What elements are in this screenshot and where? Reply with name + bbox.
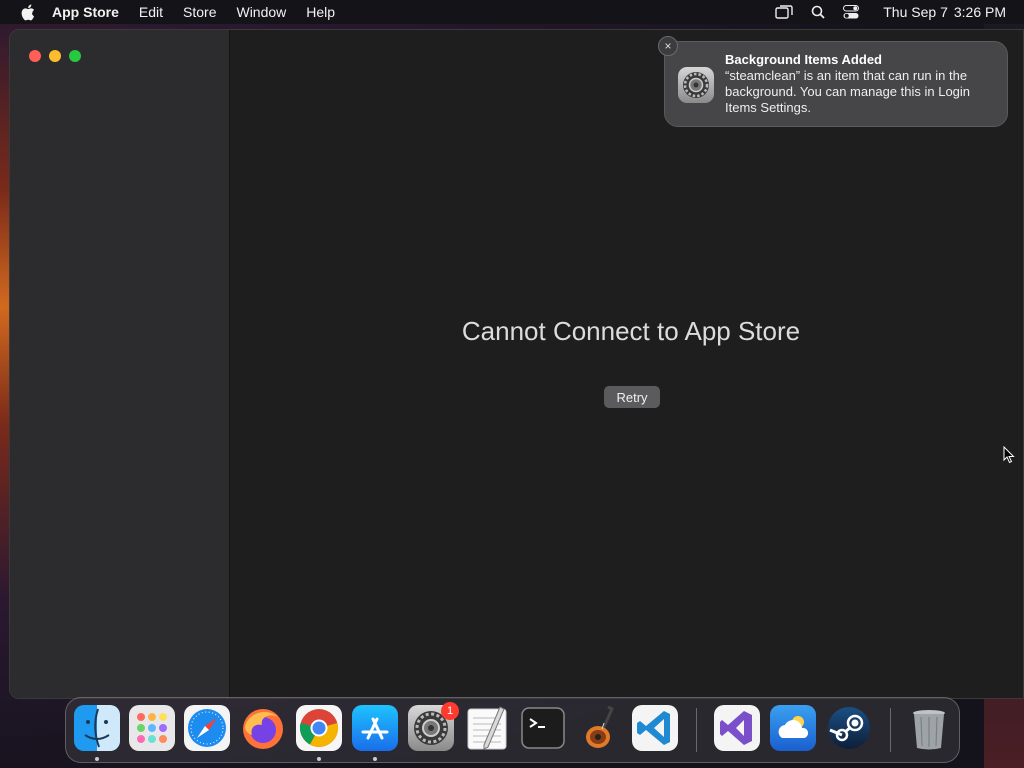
textedit-icon[interactable]	[464, 705, 510, 751]
notification-title: Background Items Added	[725, 52, 882, 67]
close-icon: ×	[664, 39, 672, 53]
clock-date: Thu Sep 7	[883, 4, 948, 20]
visual-studio-icon[interactable]	[714, 705, 760, 751]
menu-help[interactable]: Help	[306, 4, 335, 20]
notification-close-button[interactable]: ×	[658, 36, 678, 56]
menu-app-store[interactable]: App Store	[52, 4, 119, 20]
apple-menu-icon[interactable]	[18, 3, 36, 21]
close-window-button[interactable]	[29, 50, 41, 62]
maximize-window-button[interactable]	[69, 50, 81, 62]
clock-time: 3:26 PM	[953, 4, 1006, 20]
steam-icon[interactable]	[826, 705, 872, 751]
menu-clock[interactable]: Thu Sep 7 3:26 PM	[877, 4, 1006, 20]
control-center-icon[interactable]	[843, 5, 860, 19]
launchpad-icon[interactable]	[129, 705, 175, 751]
app-store-window: Cannot Connect to App Store Retry	[9, 29, 1024, 699]
dock-separator	[890, 708, 891, 752]
weather-icon[interactable]	[770, 705, 816, 751]
menu-bar: App Store Edit Store Window Help Thu Sep…	[0, 0, 1024, 24]
chrome-icon[interactable]	[296, 705, 342, 751]
system-settings-gear-icon	[677, 66, 715, 104]
menu-store[interactable]: Store	[183, 4, 216, 20]
running-indicator	[95, 757, 99, 761]
minimize-window-button[interactable]	[49, 50, 61, 62]
retry-button[interactable]: Retry	[604, 386, 660, 408]
terminal-icon[interactable]	[520, 705, 566, 751]
vscode-icon[interactable]	[632, 705, 678, 751]
notification-body: “steamclean” is an item that can run in …	[725, 68, 971, 115]
mouse-cursor-icon	[1003, 445, 1015, 469]
window-controls	[29, 50, 89, 62]
menu-window[interactable]: Window	[236, 4, 286, 20]
screen-mirroring-icon[interactable]	[775, 5, 793, 19]
app-store-icon[interactable]	[352, 705, 398, 751]
notification-badge: 1	[441, 702, 459, 720]
garageband-icon[interactable]	[576, 705, 622, 751]
sidebar	[10, 30, 230, 698]
dock: 1	[65, 697, 960, 763]
menu-edit[interactable]: Edit	[139, 4, 163, 20]
error-title: Cannot Connect to App Store	[461, 316, 801, 346]
firefox-icon[interactable]	[240, 705, 286, 751]
finder-icon[interactable]	[74, 705, 120, 751]
main-content: Cannot Connect to App Store Retry	[231, 30, 1023, 698]
running-indicator	[317, 757, 321, 761]
running-indicator	[373, 757, 377, 761]
dock-separator	[696, 708, 697, 752]
background-items-notification[interactable]: Background Items Added “steamclean” is a…	[664, 41, 1008, 127]
safari-icon[interactable]	[184, 705, 230, 751]
spotlight-search-icon[interactable]	[811, 5, 825, 19]
trash-icon[interactable]	[906, 705, 952, 751]
